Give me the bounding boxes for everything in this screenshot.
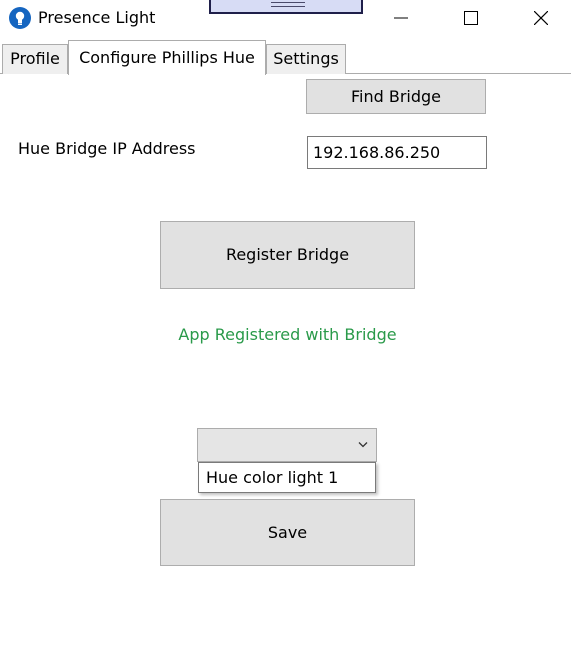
drag-handle[interactable] bbox=[209, 0, 363, 14]
main-window: Presence Light Profile Configure Phillip… bbox=[0, 0, 571, 650]
lightbulb-icon bbox=[8, 6, 32, 30]
light-select[interactable] bbox=[197, 428, 377, 462]
save-button[interactable]: Save bbox=[160, 499, 415, 566]
find-bridge-button[interactable]: Find Bridge bbox=[306, 79, 486, 114]
light-option[interactable]: Hue color light 1 bbox=[206, 468, 338, 488]
chevron-down-icon bbox=[358, 442, 368, 448]
close-button[interactable] bbox=[518, 0, 564, 36]
registration-status: App Registered with Bridge bbox=[178, 325, 397, 344]
ip-address-input[interactable]: 192.168.86.250 bbox=[307, 136, 487, 169]
tab-profile[interactable]: Profile bbox=[2, 44, 68, 74]
minimize-button[interactable] bbox=[378, 0, 424, 36]
maximize-button[interactable] bbox=[448, 0, 494, 36]
window-title: Presence Light bbox=[38, 8, 156, 27]
maximize-icon bbox=[464, 11, 478, 25]
ip-address-label: Hue Bridge IP Address bbox=[18, 139, 196, 158]
minimize-icon bbox=[394, 17, 408, 19]
tab-configure-phillips-hue[interactable]: Configure Phillips Hue bbox=[68, 40, 266, 75]
register-bridge-button[interactable]: Register Bridge bbox=[160, 221, 415, 289]
title-bar[interactable]: Presence Light bbox=[0, 0, 571, 36]
grip-icon bbox=[271, 2, 305, 7]
light-dropdown-list: Hue color light 1 bbox=[198, 462, 376, 493]
tab-settings[interactable]: Settings bbox=[266, 44, 346, 74]
close-icon bbox=[534, 11, 548, 25]
